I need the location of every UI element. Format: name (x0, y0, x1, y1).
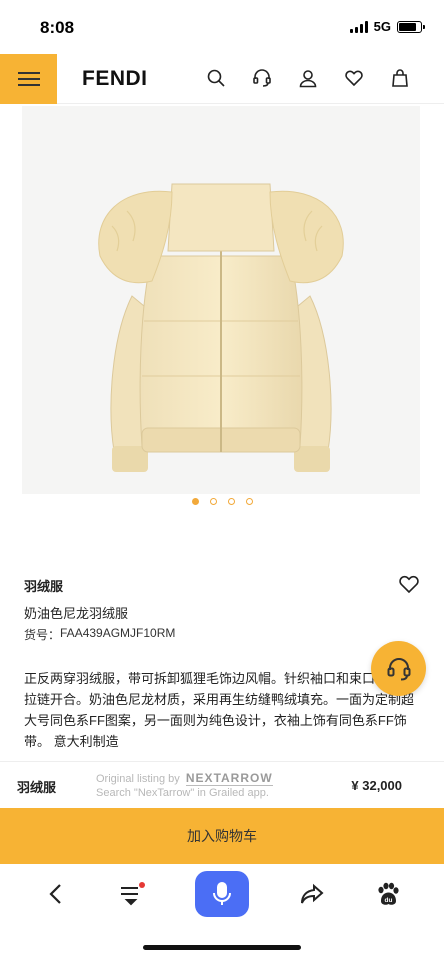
brand-logo[interactable]: FENDI (82, 67, 148, 91)
customer-service-button[interactable] (371, 641, 426, 696)
chevron-left-icon (49, 884, 61, 904)
share-button[interactable] (290, 876, 334, 912)
baidu-paw-icon: du (378, 882, 399, 905)
account-icon[interactable] (298, 68, 318, 88)
voice-search-button[interactable] (195, 871, 249, 917)
product-code: 货号： FAA439AGMJF10RM (24, 626, 175, 643)
product-category: 羽绒服 (24, 579, 64, 594)
heart-icon[interactable] (344, 68, 364, 88)
product-code-label: 货号： (24, 628, 61, 642)
gallery-pagination (0, 498, 444, 505)
gallery-dot[interactable] (209, 498, 217, 505)
home-indicator (143, 945, 301, 950)
product-description: 正反两穿羽绒服，带可拆卸狐狸毛饰边风帽。针织袖口和束口下摆。拉链开合。奶油色尼龙… (24, 671, 415, 749)
battery-icon (397, 20, 425, 33)
watermark-line1: Original listing by (96, 773, 180, 785)
sticky-summary-bar: 羽绒服 Original listing by NEXTARROW Search… (0, 761, 444, 807)
jacket-illustration (98, 183, 344, 472)
tabs-button[interactable] (110, 876, 154, 912)
list-icon (121, 882, 145, 906)
gallery-dot[interactable] (191, 498, 199, 505)
sticky-product-name: 羽绒服 (17, 780, 57, 795)
header-actions (206, 68, 410, 88)
watermark-brand: NEXTARROW (185, 771, 273, 786)
shopping-bag-icon[interactable] (390, 68, 410, 88)
share-arrow-icon (301, 883, 324, 904)
product-price: ¥ 32,000 (351, 778, 402, 793)
product-name: 奶油色尼龙羽绒服 (24, 606, 129, 621)
browser-bottom-nav: du (0, 864, 444, 926)
headset-icon[interactable] (252, 68, 272, 88)
microphone-icon (213, 882, 231, 905)
network-type: 5G (373, 19, 391, 34)
product-code-value: FAA439AGMJF10RM (60, 626, 176, 640)
signal-icon (349, 20, 368, 33)
watermark-line2: Search "NexTarrow" in Grailed app. (96, 787, 269, 799)
status-indicators: 5G (349, 19, 425, 34)
back-button[interactable] (34, 876, 78, 912)
site-header: FENDI (0, 54, 444, 104)
svg-text:du: du (385, 897, 393, 904)
wishlist-heart-icon[interactable] (398, 574, 420, 594)
headset-icon (387, 657, 410, 680)
gallery-dot[interactable] (245, 498, 253, 505)
baidu-button[interactable]: du (366, 876, 410, 912)
listing-watermark: Original listing by NEXTARROW Search "Ne… (96, 771, 273, 800)
menu-button[interactable] (0, 54, 57, 104)
add-to-cart-button[interactable]: 加入购物车 (0, 808, 444, 864)
status-time: 8:08 (40, 18, 75, 37)
search-icon[interactable] (206, 68, 226, 88)
product-image[interactable] (22, 106, 420, 494)
gallery-dot[interactable] (227, 498, 235, 505)
status-bar: 8:08 5G (0, 0, 444, 54)
